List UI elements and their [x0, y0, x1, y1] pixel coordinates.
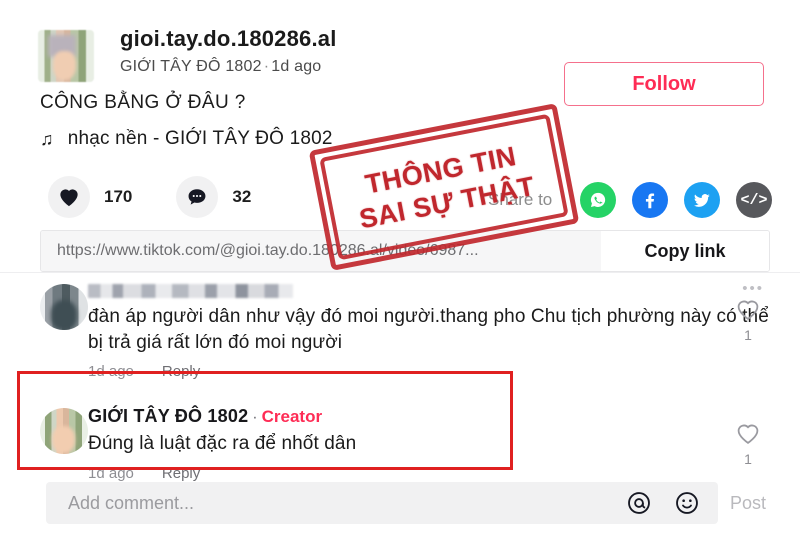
- comment-composer[interactable]: Add comment...: [46, 482, 718, 524]
- embed-code-icon[interactable]: </>: [736, 182, 772, 218]
- comment-stat: 32: [176, 176, 251, 218]
- creator-badge: Creator: [261, 407, 323, 427]
- comment-body: đàn áp người dân như vậy đó moi người.th…: [88, 282, 780, 380]
- twitter-icon[interactable]: [684, 182, 720, 218]
- account-handle[interactable]: gioi.tay.do.180286.al: [120, 26, 337, 52]
- video-url-field[interactable]: https://www.tiktok.com/@gioi.tay.do.1802…: [41, 231, 601, 271]
- music-note-icon: ♫: [40, 128, 54, 149]
- tiktok-video-page: gioi.tay.do.180286.al GIỚI TÂY ĐÔ 1802 · 1…: [0, 0, 800, 533]
- comment-body: GIỚI TÂY ĐÔ 1802 · Creator Đúng là luật đặ…: [88, 406, 780, 481]
- comment-count: 32: [232, 187, 252, 206]
- whatsapp-icon[interactable]: [580, 182, 616, 218]
- commenter-avatar[interactable]: [40, 284, 88, 330]
- more-options-icon[interactable]: •••: [742, 280, 764, 297]
- comment-timestamp: 1d ago: [88, 363, 134, 381]
- smiley-face-icon[interactable]: [670, 486, 704, 520]
- comment-like-button[interactable]: 1: [728, 422, 768, 467]
- profile-avatar[interactable]: [38, 30, 94, 82]
- share-to-label: Share to: [488, 190, 553, 209]
- music-label: nhạc nền - GIỚI TÂY ĐÔ 1802: [67, 128, 333, 149]
- post-timestamp: 1d ago: [271, 58, 322, 75]
- table-row: GIỚI TÂY ĐÔ 1802 · Creator Đúng là luật đặ…: [0, 388, 800, 489]
- speech-bubble-icon[interactable]: [176, 176, 219, 218]
- comment-meta: 1d ago Reply: [88, 465, 780, 482]
- share-link-bar: https://www.tiktok.com/@gioi.tay.do.1802…: [40, 230, 770, 272]
- like-count: 170: [104, 187, 133, 206]
- comment-like-count: 1: [744, 451, 752, 468]
- share-icon-row: </>: [580, 182, 772, 218]
- like-stat: 170: [48, 176, 132, 218]
- commenter-name-row: GIỚI TÂY ĐÔ 1802 · Creator: [88, 406, 780, 427]
- post-header: gioi.tay.do.180286.al GIỚI TÂY ĐÔ 1802 · 1…: [38, 26, 778, 106]
- comment-text: Đúng là luật đặc ra để nhốt dân: [88, 433, 357, 455]
- table-row: đàn áp người dân như vậy đó moi người.th…: [0, 276, 800, 388]
- copy-link-button[interactable]: Copy link: [601, 231, 769, 271]
- comment-input[interactable]: Add comment...: [46, 493, 622, 514]
- comment-text: đàn áp người dân như vậy đó moi người.th…: [88, 306, 769, 354]
- post-caption: CÔNG BẰNG Ở ĐÂU ?: [40, 92, 246, 113]
- section-divider: [0, 272, 800, 273]
- comment-list: đàn áp người dân như vậy đó moi người.th…: [0, 276, 800, 490]
- comment-timestamp: 1d ago: [88, 464, 134, 482]
- post-comment-button[interactable]: Post: [730, 493, 766, 514]
- commenter-avatar[interactable]: [40, 408, 88, 455]
- display-name: GIỚI TÂY ĐÔ 1802: [120, 58, 262, 75]
- reply-button[interactable]: Reply: [162, 465, 200, 482]
- facebook-icon[interactable]: [632, 182, 668, 218]
- comment-meta: 1d ago Reply: [88, 363, 780, 380]
- account-subline: GIỚI TÂY ĐÔ 1802 · 1d ago: [120, 58, 321, 76]
- at-mention-icon[interactable]: [622, 486, 656, 520]
- comment-like-count: 1: [744, 327, 752, 343]
- comment-like-button[interactable]: 1: [728, 298, 768, 343]
- reply-button[interactable]: Reply: [162, 363, 200, 380]
- engagement-stats: 170 32: [48, 176, 251, 218]
- heart-filled-icon[interactable]: [48, 176, 90, 218]
- music-row[interactable]: ♫ nhạc nền - GIỚI TÂY ĐÔ 1802: [40, 128, 333, 150]
- name-separator: ·: [252, 409, 258, 427]
- follow-button[interactable]: Follow: [564, 62, 764, 106]
- commenter-name[interactable]: GIỚI TÂY ĐÔ 1802: [88, 406, 248, 426]
- meta-separator: ·: [263, 58, 270, 75]
- commenter-name: [88, 283, 293, 298]
